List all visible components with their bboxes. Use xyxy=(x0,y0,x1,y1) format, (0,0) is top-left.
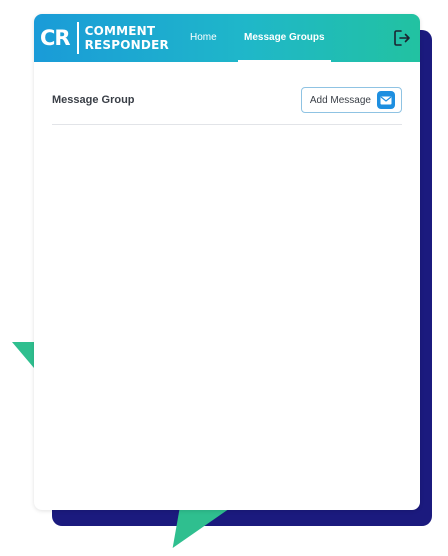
envelope-icon xyxy=(377,91,395,109)
logout-icon[interactable] xyxy=(392,28,412,48)
decorative-triangle-left xyxy=(12,342,34,368)
logo-line-1: COMMENT xyxy=(84,24,156,38)
logo-mark: CR xyxy=(40,25,71,50)
logo-line-2: RESPONDER xyxy=(84,38,169,52)
page-header: Message Group Add Message xyxy=(52,76,402,125)
logo-text: COMMENT RESPONDER xyxy=(85,24,169,52)
top-nav-bar: CR COMMENT RESPONDER Home Message Groups xyxy=(34,14,420,62)
page-title: Message Group xyxy=(52,94,135,106)
decorative-triangle-bottom xyxy=(172,510,228,548)
add-message-button[interactable]: Add Message xyxy=(300,87,402,113)
add-message-label: Add Message xyxy=(309,94,371,106)
main-content: Message Group Add Message xyxy=(34,76,420,125)
logo[interactable]: CR COMMENT RESPONDER xyxy=(40,22,169,54)
logo-divider xyxy=(76,22,79,54)
nav-message-groups-link[interactable]: Message Groups xyxy=(238,14,331,62)
app-window: CR COMMENT RESPONDER Home Message Groups… xyxy=(34,14,420,510)
nav-home-link[interactable]: Home xyxy=(190,14,217,62)
